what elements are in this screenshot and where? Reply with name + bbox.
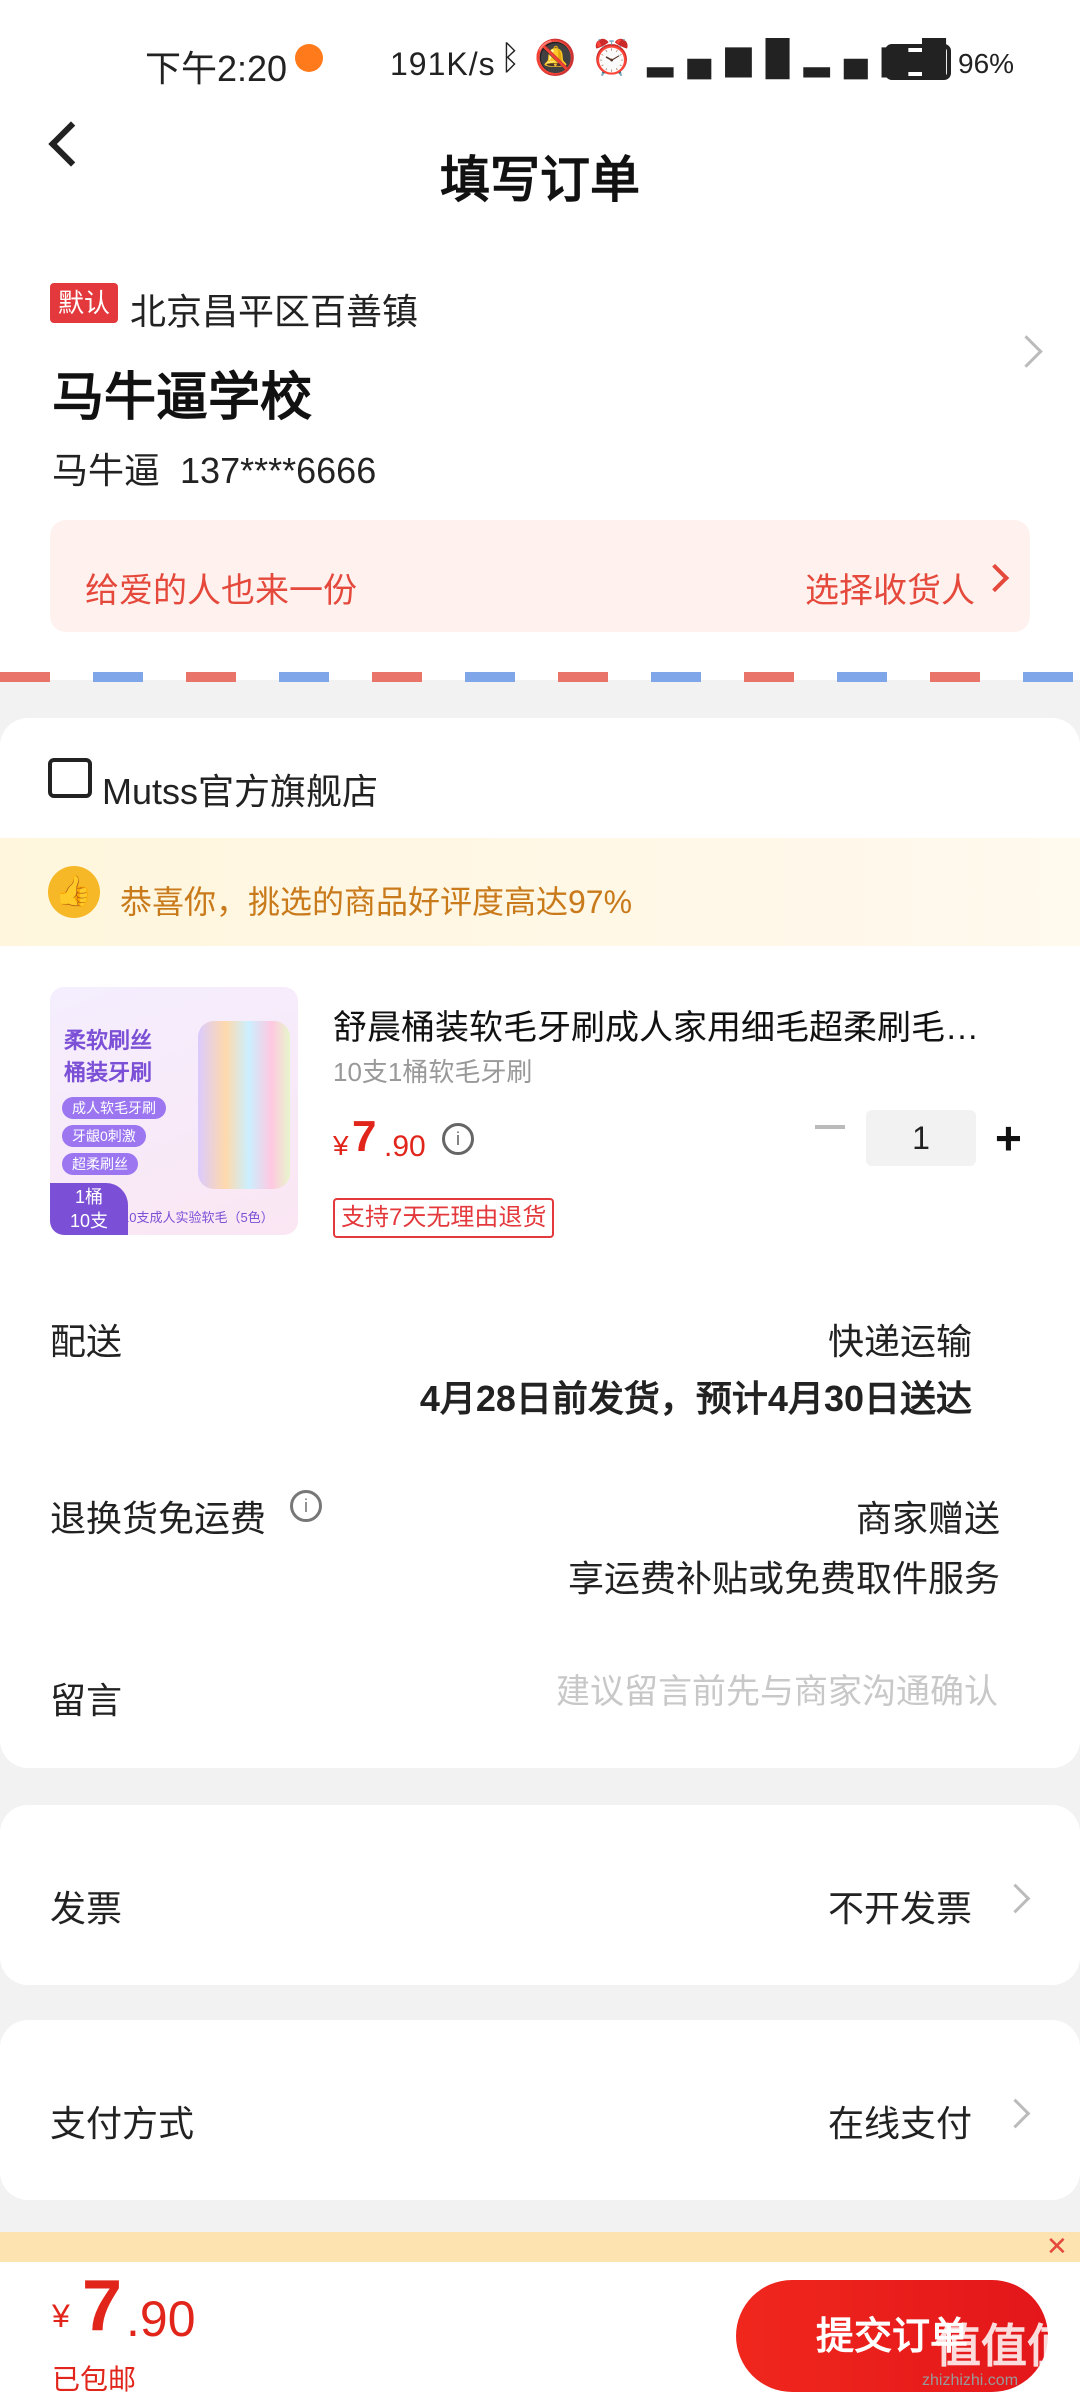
store-icon [48, 758, 92, 798]
address-region: 北京昌平区百善镇 [130, 291, 419, 332]
message-label: 留言 [50, 1680, 123, 1721]
delivery-label: 配送 [50, 1321, 123, 1362]
praise-text: 恭喜你，挑选的商品好评度高达97% [120, 884, 633, 920]
product-image-title: 柔软刷丝 桶装牙刷 [64, 1025, 152, 1089]
product-image-pill: 牙龈0刺激 [62, 1125, 146, 1147]
total-price-decimal: .90 [126, 2291, 196, 2347]
price-symbol: ¥ [333, 1130, 349, 1161]
quantity-decrease-button[interactable] [815, 1125, 845, 1129]
signal-4g-icon: ▂▄▆█ [647, 39, 804, 77]
product-image-badge: 1桶 10支 [50, 1183, 128, 1235]
payment-label: 支付方式 [50, 2103, 195, 2144]
info-icon[interactable]: i [290, 1490, 322, 1522]
notification-dot-icon [295, 44, 323, 72]
message-input[interactable] [476, 1672, 1000, 1713]
gift-text: 给爱的人也来一份 [85, 572, 357, 610]
bluetooth-icon: ᛒ [500, 39, 535, 77]
battery-icon [885, 44, 951, 80]
mute-icon: 🔕 [534, 39, 591, 77]
product-image[interactable]: 柔软刷丝 桶装牙刷 成人软毛牙刷 牙龈0刺激 超柔刷丝 1桶 10支 10支成人… [50, 987, 298, 1235]
promo-strip[interactable] [0, 2232, 1080, 2262]
return-policy-tag: 支持7天无理由退货 [333, 1198, 555, 1238]
total-price-integer: 7 [82, 2266, 123, 2346]
quantity-field[interactable]: 1 [866, 1110, 976, 1166]
toothbrush-can-illustration [198, 1021, 290, 1189]
watermark: 值值值 [935, 2320, 1073, 2372]
product-image-title-line: 柔软刷丝 [64, 1028, 153, 1053]
store-name[interactable]: Mutss官方旗舰店 [102, 763, 378, 815]
price-decimal: .90 [384, 1130, 426, 1163]
airmail-divider [0, 672, 1080, 682]
price-integer: 7 [352, 1112, 377, 1161]
alarm-icon: ⏰ [590, 39, 648, 77]
invoice-label: 发票 [50, 1888, 123, 1929]
freight-value: 商家赠送 [855, 1498, 1000, 1539]
page-title: 填写订单 [440, 152, 640, 208]
address-contact: 马牛逼 137****6666 [52, 442, 376, 494]
total-price-symbol: ¥ [52, 2298, 70, 2334]
freight-description: 享运费补贴或免费取件服务 [567, 1558, 1000, 1599]
product-title[interactable]: 舒晨桶装软毛牙刷成人家用细毛超柔刷毛… [333, 1000, 1023, 1049]
network-speed: 191K/s [390, 46, 496, 82]
info-icon[interactable]: i [442, 1123, 474, 1155]
choose-recipient-link[interactable]: 选择收货人 [805, 563, 975, 612]
default-address-tag: 默认 [50, 283, 119, 323]
product-image-badge-line: 10支 [69, 1211, 109, 1231]
watermark-url: zhizhizhi.com [922, 2372, 1019, 2389]
thumbs-up-icon: 👍 [48, 866, 100, 918]
product-image-badge-line: 1桶 [74, 1187, 103, 1207]
delivery-time: 4月28日前发货，预计4月30日送达 [419, 1378, 972, 1419]
product-image-pill: 超柔刷丝 [62, 1153, 138, 1175]
freight-label: 退换货免运费 [50, 1498, 267, 1539]
quantity-increase-button[interactable]: + [995, 1115, 1022, 1161]
close-icon[interactable]: ✕ [1046, 2231, 1068, 2262]
product-image-caption: 10支成人实验软毛（5色） [122, 1210, 274, 1225]
contact-phone: 137****6666 [180, 450, 377, 491]
payment-value[interactable]: 在线支付 [828, 2095, 972, 2147]
contact-name: 马牛逼 [52, 450, 161, 491]
status-time: 下午2:20 [145, 48, 288, 89]
product-image-pill: 成人软毛牙刷 [62, 1097, 166, 1119]
battery-percent: 96% [958, 48, 1015, 79]
invoice-value[interactable]: 不开发票 [828, 1880, 972, 1932]
delivery-method: 快递运输 [827, 1321, 972, 1362]
product-spec[interactable]: 10支1桶软毛牙刷 [333, 1052, 532, 1089]
free-shipping-note: 已包邮 [52, 2364, 137, 2395]
battery-fill [893, 52, 941, 72]
product-image-title-line: 桶装牙刷 [64, 1060, 153, 1085]
address-detail: 马牛逼学校 [52, 369, 313, 427]
